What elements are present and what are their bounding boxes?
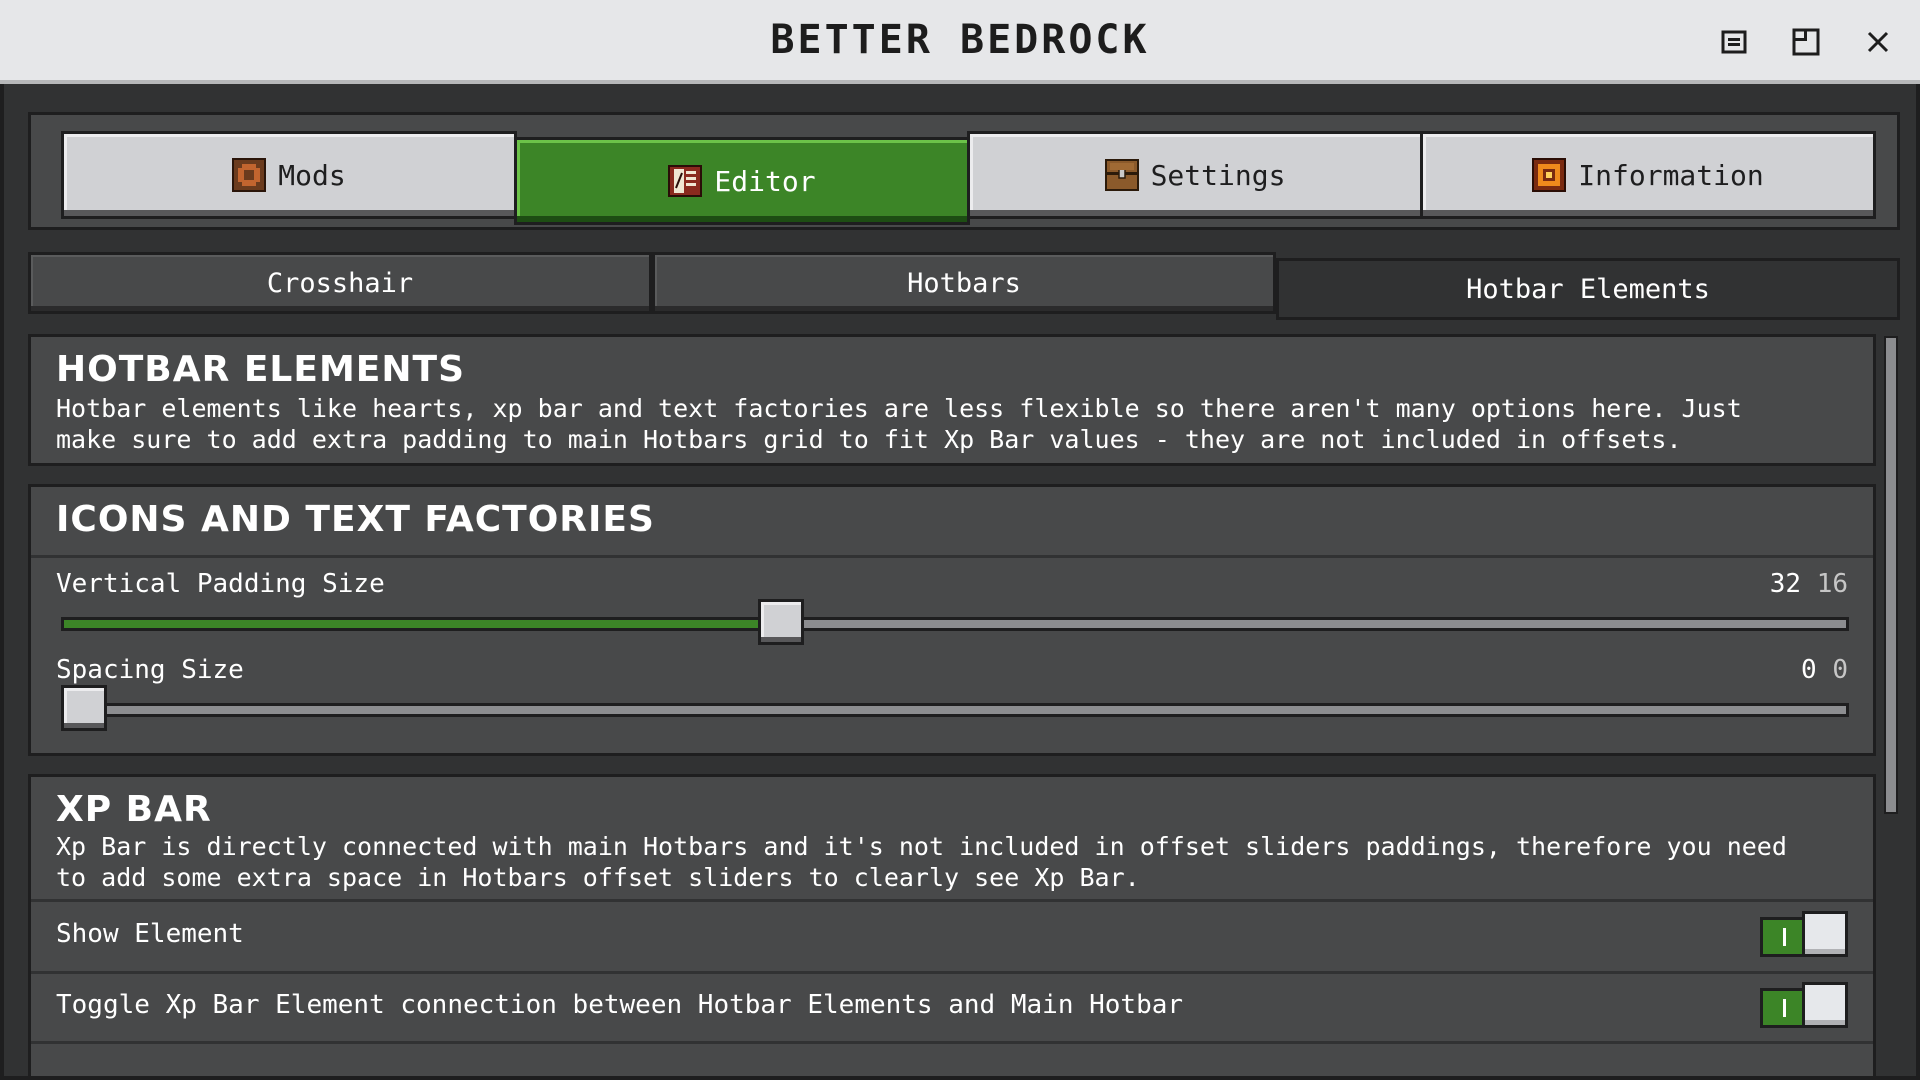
spacing-default: 0 [1832, 655, 1848, 685]
show-element-label: Show Element [56, 919, 244, 949]
xp-bar-desc-line: to add some extra space in Hotbars offse… [56, 863, 1140, 892]
subtab-hotbars[interactable]: Hotbars [652, 252, 1276, 314]
xp-connection-label: Toggle Xp Bar Element connection between… [56, 990, 1184, 1020]
subtab-hotbar-elements[interactable]: Hotbar Elements [1276, 258, 1900, 320]
hotbar-elements-description: Hotbar elements like hearts, xp bar and … [56, 393, 1742, 455]
tab-information[interactable]: Information [1420, 131, 1876, 219]
tab-mods[interactable]: Mods [61, 131, 517, 219]
xp-bar-panel: XP BAR Xp Bar is directly connected with… [28, 774, 1876, 1076]
toggle-on-mark [1783, 928, 1786, 946]
subtab-hotbars-label: Hotbars [907, 267, 1021, 299]
divider [31, 1041, 1873, 1044]
spacing-thumb[interactable] [61, 685, 107, 731]
information-icon [1532, 158, 1567, 192]
vertical-padding-default: 16 [1816, 569, 1848, 599]
window-title: BETTER BEDROCK [770, 17, 1150, 63]
content-scrollbar[interactable] [1884, 334, 1898, 1076]
restore-icon[interactable] [1786, 22, 1826, 62]
tab-mods-label: Mods [278, 158, 346, 192]
tab-settings-label: Settings [1150, 158, 1286, 192]
editor-book-icon [668, 164, 703, 198]
icons-text-panel: ICONS AND TEXT FACTORIES Vertical Paddin… [28, 484, 1876, 756]
subtab-hotbar-elements-label: Hotbar Elements [1466, 273, 1710, 305]
tab-editor-label: Editor [714, 164, 816, 198]
vertical-padding-fill [64, 620, 781, 628]
xp-bar-desc-line: Xp Bar is directly connected with main H… [56, 832, 1787, 861]
subtab-crosshair-label: Crosshair [266, 267, 414, 299]
vertical-padding-current: 32 [1769, 569, 1802, 599]
xp-bar-title: XP BAR [56, 789, 212, 830]
close-icon[interactable] [1858, 22, 1898, 62]
show-element-toggle[interactable] [1760, 911, 1848, 959]
hotbar-elements-desc-line: Hotbar elements like hearts, xp bar and … [56, 394, 1742, 423]
toggle-knob [1802, 911, 1848, 957]
spacing-current: 0 [1801, 655, 1817, 685]
tab-settings[interactable]: Settings [967, 131, 1423, 219]
divider [31, 555, 1873, 558]
xp-connection-toggle[interactable] [1760, 982, 1848, 1030]
title-bar: BETTER BEDROCK [0, 0, 1920, 84]
vertical-padding-value: 32 16 [1770, 569, 1848, 599]
hotbar-elements-panel: HOTBAR ELEMENTS Hotbar elements like hea… [28, 334, 1876, 466]
toggle-on-mark [1783, 999, 1786, 1017]
hotbar-elements-title: HOTBAR ELEMENTS [56, 349, 465, 390]
tab-editor[interactable]: Editor [514, 137, 970, 225]
vertical-padding-thumb[interactable] [758, 599, 804, 645]
main-tab-bar: Mods Editor Settings Information [28, 112, 1900, 230]
mods-icon [232, 158, 267, 192]
toggle-knob [1802, 982, 1848, 1028]
xp-bar-description: Xp Bar is directly connected with main H… [56, 831, 1787, 893]
vertical-padding-slider[interactable] [61, 599, 1849, 645]
spacing-value: 0 0 [1801, 655, 1848, 685]
main-window: Mods Editor Settings Information Crossha… [0, 84, 1920, 1080]
scrollbar-thumb[interactable] [1884, 336, 1898, 814]
tab-information-label: Information [1578, 158, 1764, 192]
vertical-padding-label: Vertical Padding Size [56, 569, 385, 599]
settings-content: HOTBAR ELEMENTS Hotbar elements like hea… [28, 334, 1876, 1076]
hotbar-elements-desc-line: make sure to add extra padding to main H… [56, 425, 1682, 454]
spacing-label: Spacing Size [56, 655, 244, 685]
subtab-crosshair[interactable]: Crosshair [28, 252, 652, 314]
divider [31, 899, 1873, 902]
minimize-icon[interactable] [1714, 22, 1754, 62]
spacing-slider[interactable] [61, 685, 1849, 731]
settings-chest-icon [1104, 158, 1139, 192]
divider [31, 971, 1873, 974]
icons-text-title: ICONS AND TEXT FACTORIES [56, 499, 655, 540]
